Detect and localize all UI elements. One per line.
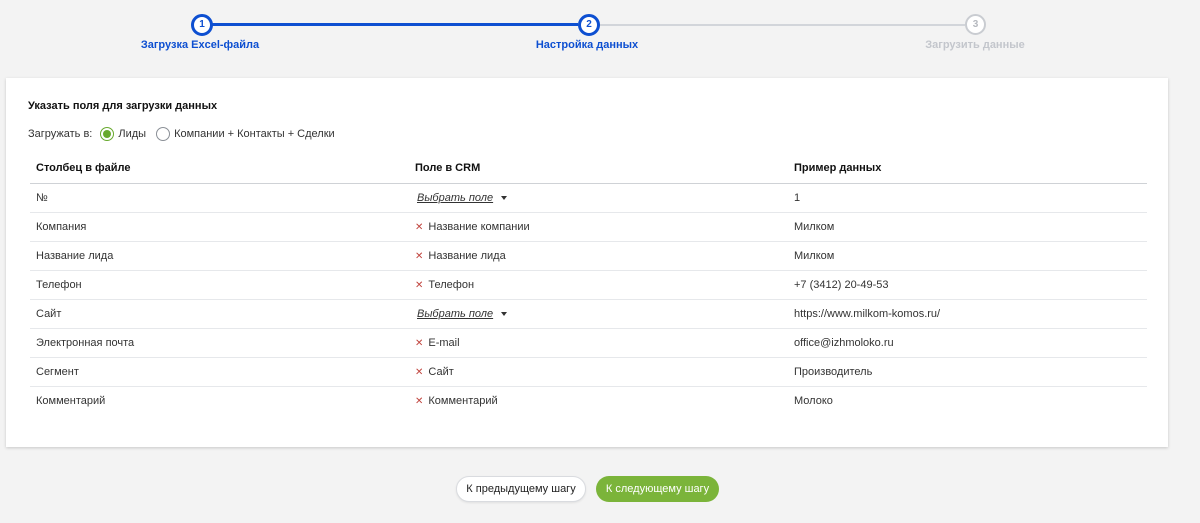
step-2-circle[interactable]: 2 (578, 14, 600, 36)
radio-companies-contacts-deals[interactable]: Компании + Контакты + Сделки (156, 127, 335, 141)
remove-mapping-icon[interactable]: ✕ (415, 222, 423, 233)
table-row: Сегмент ✕ Сайт Производитель (30, 357, 1147, 387)
select-field-dropdown[interactable]: Выбрать поле (417, 192, 493, 204)
table-row: Электронная почта ✕ E-mail office@izhmolo… (30, 328, 1147, 358)
crm-field-value: Название лида (428, 250, 506, 262)
table-row: Комментарий ✕ Комментарий Молоко (30, 387, 1147, 416)
example-cell: Молоко (794, 395, 833, 407)
example-cell: Милком (788, 212, 1147, 242)
file-column-cell: Сегмент (30, 357, 409, 387)
radio-leads[interactable]: Лиды (100, 127, 146, 141)
file-column-cell: Компания (30, 212, 409, 242)
mapping-table: Столбец в файле Поле в CRM Пример данных… (30, 153, 1147, 415)
stepper: 1 Загрузка Excel-файла 2 Настройка данны… (0, 0, 1200, 70)
header-file-column: Столбец в файле (30, 153, 409, 184)
step-connector-pending (597, 24, 965, 26)
file-column-cell: Комментарий (36, 395, 106, 407)
example-cell: https://www.milkom-komos.ru/ (788, 299, 1147, 329)
step-1-circle[interactable]: 1 (191, 14, 213, 36)
radio-checked-icon[interactable] (100, 127, 115, 141)
header-crm-field: Поле в CRM (409, 153, 788, 184)
crm-field-cell: ✕ Название компании (409, 212, 788, 242)
field-mapping-card: Указать поля для загрузки данных Загружа… (6, 78, 1168, 447)
crm-field-cell: Выбрать поле (409, 183, 788, 213)
radio-unchecked-icon[interactable] (156, 127, 171, 141)
caret-down-icon[interactable] (501, 196, 508, 201)
crm-field-value: Комментарий (428, 395, 498, 407)
crm-field-cell: ✕ Название лида (409, 241, 788, 271)
table-row: Телефон ✕ Телефон +7 (3412) 20-49-53 (30, 270, 1147, 300)
remove-mapping-icon[interactable]: ✕ (415, 251, 423, 262)
step-1-label: Загрузка Excel-файла (140, 39, 260, 51)
crm-field-cell: ✕ Комментарий (409, 387, 788, 416)
radio-leads-label: Лиды (118, 128, 147, 140)
next-step-button[interactable]: К следующему шагу (596, 476, 719, 502)
file-column-cell: Телефон (30, 270, 409, 300)
select-field-dropdown[interactable]: Выбрать поле (417, 308, 493, 320)
table-row: № Выбрать поле 1 (30, 183, 1147, 213)
crm-field-value: E-mail (428, 337, 460, 349)
crm-field-cell: ✕ E-mail (409, 328, 788, 358)
radio-companies-label: Компании + Контакты + Сделки (174, 128, 335, 140)
example-cell: 1 (788, 183, 1147, 213)
step-3-label: Загрузить данные (925, 39, 1025, 51)
example-cell: +7 (3412) 20-49-53 (788, 270, 1147, 300)
step-2-label: Настройка данных (535, 39, 639, 51)
example-cell: office@izhmoloko.ru (788, 328, 1147, 358)
header-example-data: Пример данных (788, 153, 1147, 184)
remove-mapping-icon[interactable]: ✕ (415, 396, 423, 407)
remove-mapping-icon[interactable]: ✕ (415, 367, 423, 378)
file-column-cell: № (30, 183, 409, 213)
crm-field-cell: Выбрать поле (409, 299, 788, 329)
card-title: Указать поля для загрузки данных (28, 100, 218, 112)
crm-field-cell: ✕ Телефон (409, 270, 788, 300)
example-cell: Производитель (788, 357, 1147, 387)
remove-mapping-icon[interactable]: ✕ (415, 280, 423, 291)
table-row: Сайт Выбрать поле https://www.milkom-kom… (30, 299, 1147, 329)
caret-down-icon[interactable] (501, 312, 508, 317)
table-header-row: Столбец в файле Поле в CRM Пример данных (30, 153, 1147, 184)
example-cell: Милком (788, 241, 1147, 271)
crm-field-value: Телефон (428, 279, 475, 291)
remove-mapping-icon[interactable]: ✕ (415, 338, 423, 349)
table-row: Компания ✕ Название компании Милком (30, 212, 1147, 242)
crm-field-cell: ✕ Сайт (409, 357, 788, 387)
file-column-cell: Название лида (30, 241, 409, 271)
step-connector-done (210, 23, 578, 26)
crm-field-value: Название компании (428, 221, 530, 233)
file-column-cell: Сайт (30, 299, 409, 329)
table-row: Название лида ✕ Название лида Милком (30, 241, 1147, 271)
step-3-circle: 3 (965, 14, 986, 35)
file-column-cell: Электронная почта (30, 328, 409, 358)
load-to-group: Загружать в: Лиды Компании + Контакты + … (28, 125, 335, 143)
crm-field-value: Сайт (428, 366, 454, 378)
previous-step-button[interactable]: К предыдущему шагу (456, 476, 586, 502)
load-to-label: Загружать в: (28, 128, 93, 140)
